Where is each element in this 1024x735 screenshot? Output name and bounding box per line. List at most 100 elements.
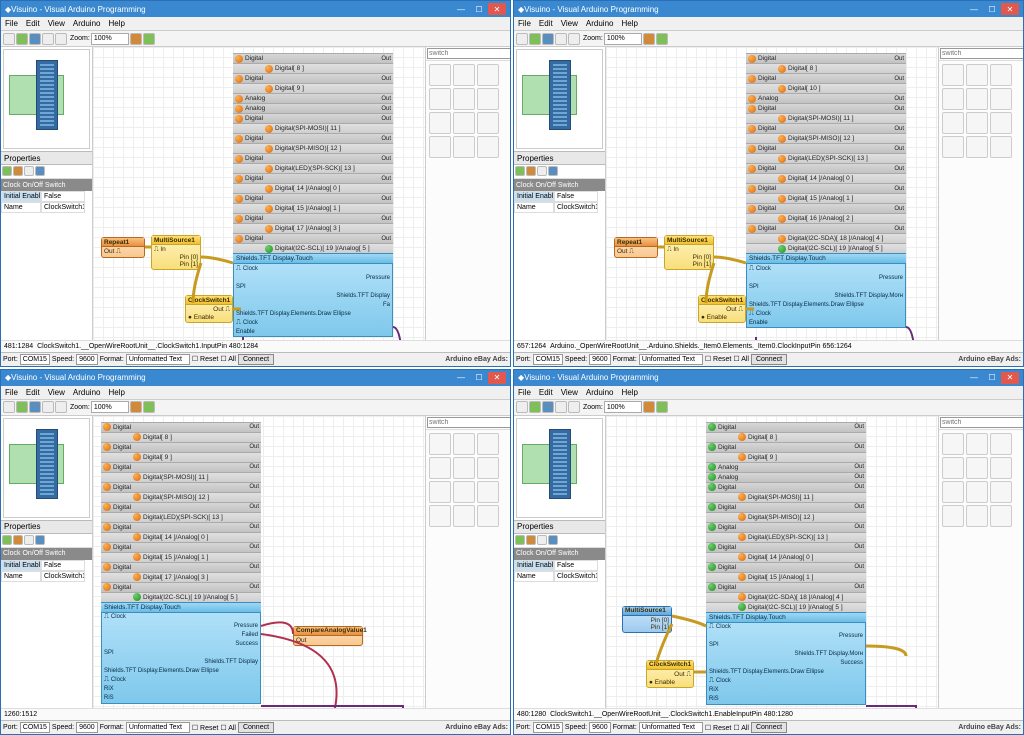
app-title: Visuino - Visual Arduino Programming — [524, 5, 658, 14]
menu-arduino[interactable]: Arduino — [73, 19, 101, 28]
shield-title: Shields.TFT Display.Touch — [233, 253, 393, 263]
clockswitch-node[interactable]: ClockSwitch1 Out ⎍ ● Enable — [185, 295, 233, 323]
palette-item[interactable] — [453, 88, 475, 110]
shield-spi: SPI — [234, 282, 392, 291]
palette-item[interactable] — [477, 88, 499, 110]
titlebar[interactable]: ◆ Visuino - Visual Arduino Programming —… — [1, 1, 510, 17]
menu-file[interactable]: File — [518, 19, 531, 28]
palette-item[interactable] — [429, 112, 451, 134]
prop-name-value[interactable]: ClockSwitch1 — [41, 202, 85, 213]
close-button[interactable]: ✕ — [488, 3, 506, 15]
board-preview[interactable] — [3, 49, 90, 149]
palette-item[interactable] — [453, 64, 475, 86]
max-button[interactable]: ☐ — [470, 3, 488, 15]
shield-clock[interactable]: Clock — [234, 264, 392, 273]
palette-item[interactable] — [453, 136, 475, 158]
multisource-node[interactable]: MultiSource1 ⎍ In Pin [0] Pin [1] — [151, 235, 201, 270]
format-label: Format: — [100, 356, 124, 363]
palette-item[interactable] — [477, 64, 499, 86]
prop-btn-2[interactable] — [13, 166, 23, 176]
titlebar[interactable]: ◆ Visuino - Visual Arduino Programming —… — [514, 1, 1023, 17]
redo-button[interactable] — [55, 33, 67, 45]
open-button[interactable] — [16, 33, 28, 45]
upload-button[interactable] — [130, 33, 142, 45]
mcu-block[interactable]: DigitalOut Digital[ 8 ] DigitalOut Digit… — [233, 53, 393, 337]
multisource-pin0[interactable]: Pin [0] — [154, 254, 198, 261]
new-button[interactable] — [3, 33, 15, 45]
toolbar: Zoom: 100% — [514, 31, 1023, 47]
compare-node[interactable]: CompareAnalogValue1 Out — [293, 626, 363, 646]
repeat-node[interactable]: Repeat1 Out ⎍ — [614, 237, 658, 258]
menu-edit[interactable]: Edit — [26, 19, 40, 28]
palette-search[interactable] — [427, 48, 511, 59]
repeat-node[interactable]: Repeat1 Out ⎍ — [101, 237, 145, 258]
canvas[interactable]: DigitalOut Digital[ 8 ] DigitalOut Digit… — [93, 416, 425, 709]
mcu-block[interactable]: DigitalOut Digital[ 8 ] DigitalOut Digit… — [746, 53, 906, 328]
menu-view[interactable]: View — [561, 19, 578, 28]
property-component-header: Clock On/Off Switch — [1, 179, 92, 191]
multisource-node[interactable]: MultiSource1 Pin [0] Pin [1] — [622, 606, 672, 633]
close-button[interactable]: ✕ — [1001, 3, 1019, 15]
multisource-node[interactable]: MultiSource1 ⎍ In Pin [0] Pin [1] — [664, 235, 714, 270]
mcu-block[interactable]: DigitalOut Digital[ 8 ] DigitalOut Digit… — [101, 422, 261, 704]
mcu-block[interactable]: DigitalOut Digital[ 8 ] DigitalOut Digit… — [706, 422, 866, 705]
undo-button[interactable] — [42, 33, 54, 45]
palette-item[interactable] — [429, 88, 451, 110]
palette-item[interactable] — [429, 136, 451, 158]
app-title: Visuino - Visual Arduino Programming — [11, 5, 145, 14]
save-button[interactable] — [29, 33, 41, 45]
prop-btn-1[interactable] — [2, 166, 12, 176]
max-button[interactable]: ☐ — [983, 3, 1001, 15]
pin-digital: Digital — [245, 55, 379, 62]
palette-item[interactable] — [477, 136, 499, 158]
palette-item[interactable] — [453, 112, 475, 134]
clockswitch-node[interactable]: ClockSwitch1 Out ⎍ ● Enable — [698, 295, 746, 323]
compile-button[interactable] — [143, 33, 155, 45]
connect-button[interactable]: Connect — [238, 354, 274, 365]
coord-bar: 481:1284 ClockSwitch1.__OpenWireRootUnit… — [1, 340, 510, 352]
all-check[interactable]: ☐ All — [220, 355, 236, 363]
clockswitch-enable[interactable]: Enable — [194, 314, 214, 321]
menu-help[interactable]: Help — [108, 19, 124, 28]
clockswitch-out[interactable]: Out — [213, 306, 223, 313]
toolbar: Zoom: 100% — [1, 31, 510, 47]
reset-check[interactable]: ☐ Reset — [192, 355, 219, 363]
multisource-pin1[interactable]: Pin [1] — [154, 261, 198, 268]
shield-enable[interactable]: Enable — [234, 327, 392, 336]
prop-btn-3[interactable] — [24, 166, 34, 176]
menu-file[interactable]: File — [5, 19, 18, 28]
repeat-out[interactable]: Out — [104, 248, 114, 255]
min-button[interactable]: — — [965, 3, 983, 15]
zoom-label: Zoom: — [70, 35, 90, 42]
speed-label: Speed: — [52, 356, 74, 363]
canvas[interactable]: DigitalOut Digital[ 8 ] DigitalOut Digit… — [93, 47, 425, 340]
palette-item[interactable] — [477, 112, 499, 134]
shield-rix: RiX — [102, 685, 260, 694]
format-select[interactable]: Unformatted Text — [126, 354, 190, 365]
multisource-in[interactable]: In — [160, 246, 165, 253]
pin-out: Out — [381, 56, 391, 62]
menu-help[interactable]: Help — [621, 19, 637, 28]
clockswitch-node[interactable]: ClockSwitch1 Out ⎍ ● Enable — [646, 660, 694, 688]
prop-btn-4[interactable] — [35, 166, 45, 176]
menu-arduino[interactable]: Arduino — [586, 19, 614, 28]
palette-search[interactable] — [940, 48, 1024, 59]
shield-block[interactable]: Clock Pressure SPI Shields.TFT Display.M… — [746, 263, 906, 328]
shield-block[interactable]: Clock Pressure SPI Shields.TFT Display F… — [233, 263, 393, 337]
properties-label: Properties — [4, 154, 40, 163]
port-select[interactable]: COM15 — [20, 354, 50, 365]
zoom-select[interactable]: 100% — [91, 33, 129, 45]
prop-initial-enabled-value[interactable]: False — [41, 191, 85, 202]
prop-name-label: Name — [1, 202, 41, 213]
palette-item[interactable] — [429, 64, 451, 86]
menu-view[interactable]: View — [48, 19, 65, 28]
speed-select[interactable]: 9600 — [76, 354, 98, 365]
min-button[interactable]: — — [452, 3, 470, 15]
serial-bar: Port: COM15 Speed: 9600 Format: Unformat… — [1, 352, 510, 366]
properties-header: Properties — [1, 151, 92, 165]
shield-clock-2[interactable]: Clock — [234, 318, 392, 327]
menu-edit[interactable]: Edit — [539, 19, 553, 28]
canvas[interactable]: DigitalOut Digital[ 8 ] DigitalOut Digit… — [606, 47, 938, 340]
board-preview[interactable] — [516, 49, 603, 149]
canvas[interactable]: DigitalOut Digital[ 8 ] DigitalOut Digit… — [606, 416, 938, 709]
